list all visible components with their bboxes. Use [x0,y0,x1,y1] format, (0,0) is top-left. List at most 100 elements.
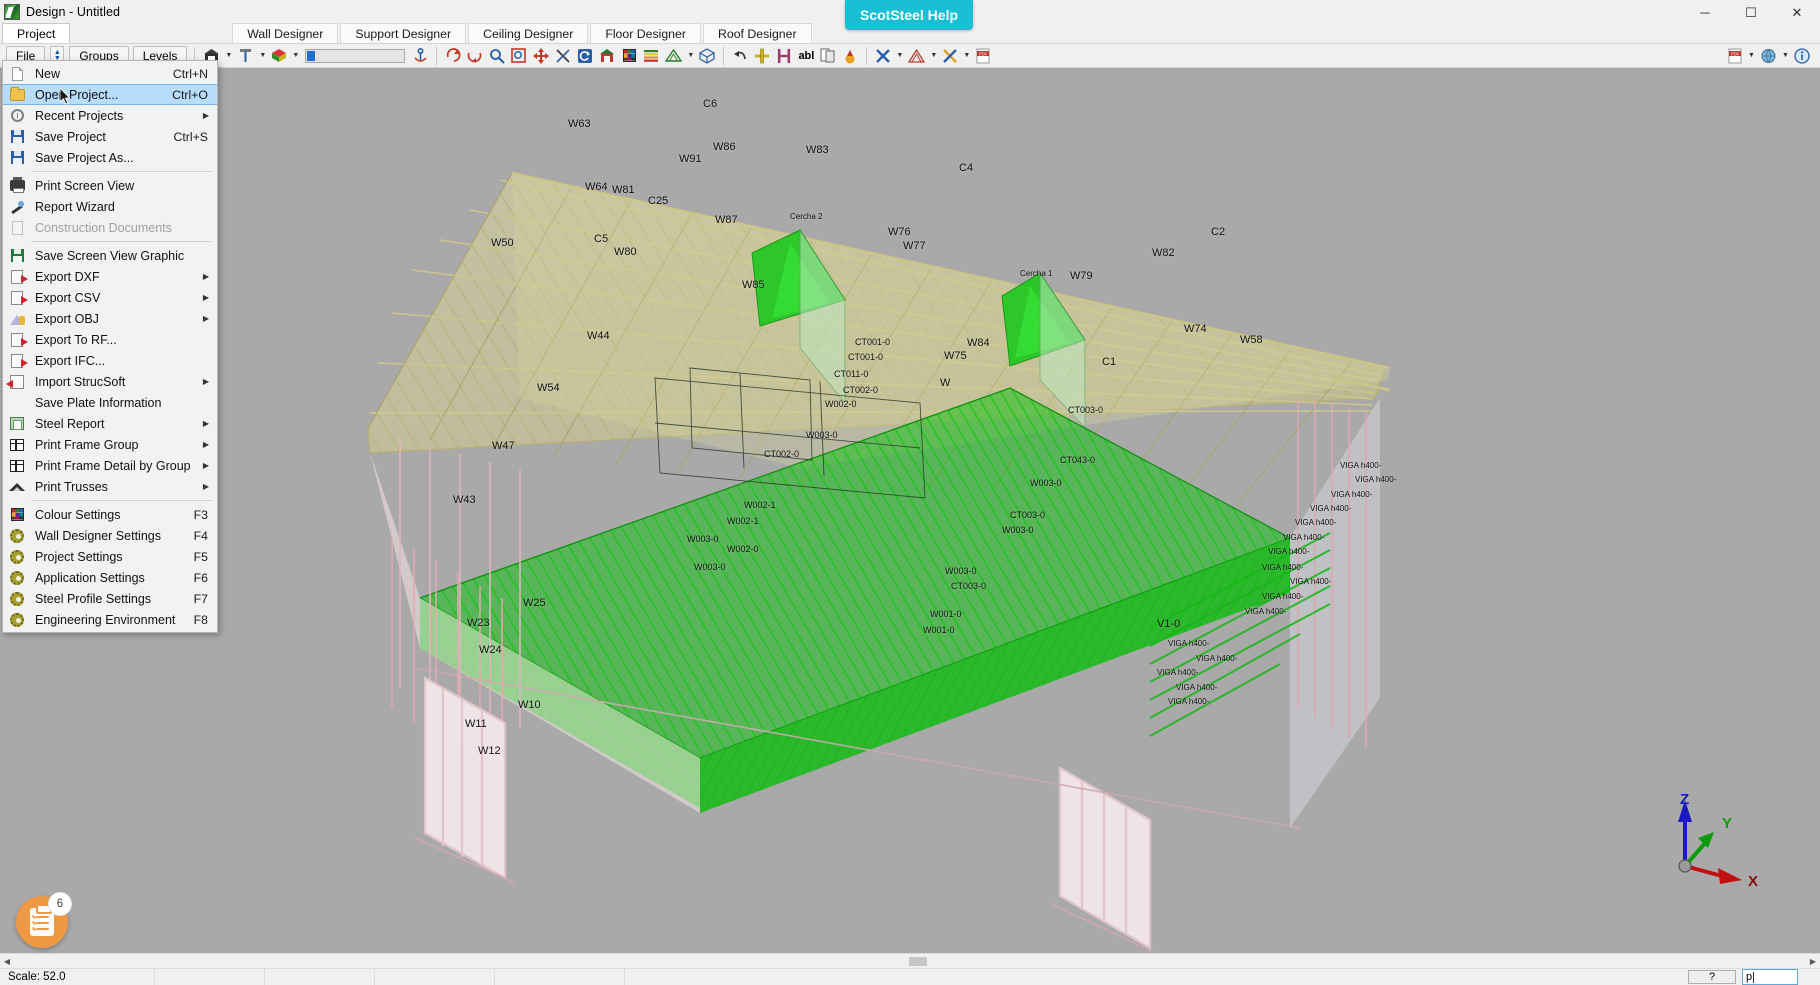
pdf-icon[interactable]: PDF [973,46,993,66]
menu-item-export-dxf[interactable]: Export DXF ▶ [3,266,217,287]
menu-item-print-trusses[interactable]: Print Trusses ▶ [3,476,217,497]
menu-item-print-frame-detail-by-group[interactable]: Print Frame Detail by Group ▶ [3,455,217,476]
menu-item-save-project[interactable]: Save Project Ctrl+S [3,126,217,147]
menu-item-report-wizard[interactable]: Report Wizard [3,196,217,217]
horizontal-scrollbar[interactable]: ◀ ▶ [0,953,1820,968]
house-icon[interactable] [597,46,617,66]
menu-item-label: Wall Designer Settings [35,528,161,543]
info-icon[interactable] [1792,46,1812,66]
rotate-right-icon[interactable] [443,46,463,66]
tab-floor-designer[interactable]: Floor Designer [590,23,701,43]
feedback-button[interactable]: 6 [16,892,72,948]
pdf-export-dropdown-icon[interactable]: ▼ [1746,46,1757,66]
tab-wall-designer[interactable]: Wall Designer [232,23,339,43]
tab-ceiling-designer[interactable]: Ceiling Designer [468,23,589,43]
tab-support-designer[interactable]: Support Designer [340,23,467,43]
menu-item-engineering-environment[interactable]: Engineering Environment F8 [3,609,217,630]
window-title: Design - Untitled [26,5,121,19]
menu-item-label: Import StrucSoft [35,374,126,389]
menu-item-steel-report[interactable]: Steel Report ▶ [3,413,217,434]
drop-icon[interactable] [840,46,860,66]
menu-item-save-screen-view-graphic[interactable]: Save Screen View Graphic [3,245,217,266]
menu-item-wall-designer-settings[interactable]: Wall Designer Settings F4 [3,525,217,546]
menu-item-import-strucsoft[interactable]: Import StrucSoft ▶ [3,371,217,392]
help-question-button[interactable]: ? [1688,970,1736,984]
menu-item-project-settings[interactable]: Project Settings F5 [3,546,217,567]
menu-item-application-settings[interactable]: Application Settings F6 [3,567,217,588]
menu-item-label: Save Screen View Graphic [35,248,185,263]
add-member-icon[interactable] [752,46,772,66]
submenu-arrow-icon: ▶ [202,272,209,281]
clash-icon[interactable] [940,46,960,66]
menu-item-recent-projects[interactable]: Recent Projects ▶ [3,105,217,126]
anchor-icon[interactable] [410,46,430,66]
menu-item-construction-documents: Construction Documents [3,217,217,238]
hammer-icon[interactable] [235,46,256,66]
menu-item-export-obj[interactable]: Export OBJ ▶ [3,308,217,329]
scroll-track[interactable] [14,954,1806,968]
zoom-window-icon[interactable] [509,46,529,66]
copy-icon[interactable] [818,46,838,66]
gear-icon [7,548,27,565]
truss-icon [7,478,27,495]
undo-icon[interactable] [730,46,750,66]
roof-dropdown-icon[interactable]: ▼ [928,46,939,66]
model-viewport[interactable]: C6 W63 W86 W83 C4 W91 W64 W81 C25 Cercha 2 W87 C5 W5… [0,68,1820,953]
dimension-icon[interactable] [774,46,794,66]
menu-item-steel-profile-settings[interactable]: Steel Profile Settings F7 [3,588,217,609]
cut-icon[interactable] [553,46,573,66]
menu-item-export-csv[interactable]: Export CSV ▶ [3,287,217,308]
scroll-left-arrow[interactable]: ◀ [0,957,14,966]
minimize-button[interactable]: ─ [1682,0,1728,24]
level-slider[interactable] [305,48,406,63]
colour-cube-icon[interactable] [269,46,289,66]
menu-item-colour-settings[interactable]: Colour Settings F3 [3,504,217,525]
globe-icon[interactable] [1758,46,1779,66]
menu-item-shortcut: Ctrl+S [173,129,208,144]
save-disk-icon [7,149,27,166]
colour-cube-dropdown-icon[interactable]: ▼ [290,46,301,66]
menu-item-shortcut: F8 [193,612,208,627]
colour-grid-icon[interactable] [619,46,639,66]
scroll-right-arrow[interactable]: ▶ [1806,957,1820,966]
menu-item-export-ifc[interactable]: Export IFC... [3,350,217,371]
tab-roof-designer[interactable]: Roof Designer [702,23,812,43]
refresh-icon[interactable] [575,46,595,66]
rotate-down-icon[interactable] [465,46,485,66]
svg-text:PDF: PDF [979,51,988,56]
magic-wand-icon [7,198,27,215]
tools-icon[interactable] [873,46,893,66]
file-menu-dropdown[interactable]: New Ctrl+N Open Project... Ctrl+O Recent Pro… [2,60,218,633]
maximize-button[interactable]: ☐ [1728,0,1774,24]
truss-dropdown-icon[interactable]: ▼ [685,46,696,66]
building-dropdown-icon[interactable]: ▼ [223,46,234,66]
menu-item-save-plate-information[interactable]: Save Plate Information [3,392,217,413]
frame-grid-icon [7,457,27,474]
pdf-export-icon[interactable]: PDF [1725,46,1745,66]
layers-icon[interactable] [641,46,661,66]
roof-icon[interactable] [906,46,927,66]
scotsteel-help-button[interactable]: ScotSteel Help [845,0,973,30]
command-input[interactable]: p [1742,969,1798,985]
close-button[interactable]: ✕ [1774,0,1820,24]
clash-dropdown-icon[interactable]: ▼ [961,46,972,66]
hammer-dropdown-icon[interactable]: ▼ [257,46,268,66]
box-3d-icon[interactable] [697,46,717,66]
globe-dropdown-icon[interactable]: ▼ [1780,46,1791,66]
menu-item-save-project-as[interactable]: Save Project As... [3,147,217,168]
pan-icon[interactable] [531,46,551,66]
menu-item-print-frame-group[interactable]: Print Frame Group ▶ [3,434,217,455]
truss-icon[interactable] [663,46,684,66]
menu-item-new[interactable]: New Ctrl+N [3,63,217,84]
main-toolbar: File ▲ ▼ Groups Levels ▼ ▼ ▼ ▼ abl ▼ ▼ ▼… [0,44,1820,68]
tab-project[interactable]: Project [2,23,71,43]
colour-palette-icon [7,506,27,523]
menu-item-print-screen-view[interactable]: Print Screen View [3,175,217,196]
menu-separator [31,241,211,242]
label-abl-icon[interactable]: abl [796,46,816,66]
scroll-thumb[interactable] [909,956,927,966]
menu-item-open-project[interactable]: Open Project... Ctrl+O [3,84,217,105]
zoom-icon[interactable] [487,46,507,66]
menu-item-export-to-rf[interactable]: Export To RF... [3,329,217,350]
tools-dropdown-icon[interactable]: ▼ [894,46,905,66]
